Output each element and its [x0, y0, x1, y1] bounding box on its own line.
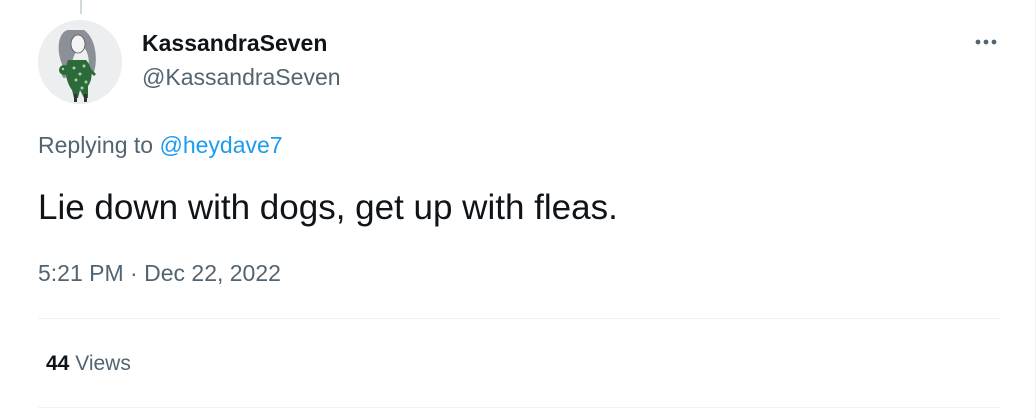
reply-mention-link[interactable]: @heydave7 — [159, 132, 282, 158]
thread-connector-line — [80, 0, 82, 14]
tweet-time: 5:21 PM — [38, 260, 124, 286]
avatar[interactable] — [38, 20, 122, 104]
more-options-button[interactable] — [966, 24, 1006, 60]
display-name[interactable]: KassandraSeven — [142, 30, 327, 57]
replying-to-label: Replying to — [38, 132, 160, 158]
divider — [38, 318, 1000, 319]
divider — [38, 407, 1000, 408]
replying-to-line: Replying to @heydave7 — [38, 132, 283, 159]
tweet-date: Dec 22, 2022 — [144, 260, 281, 286]
timestamp-separator: · — [123, 260, 145, 286]
views-count: 44 — [46, 352, 70, 375]
views-stat[interactable]: 44 Views — [46, 352, 131, 376]
avatar-illustration — [38, 20, 122, 104]
tweet-text: Lie down with dogs, get up with fleas. — [38, 188, 618, 227]
views-label: Views — [69, 352, 131, 375]
more-horizontal-icon — [975, 39, 997, 45]
tweet-timestamp[interactable]: 5:21 PM · Dec 22, 2022 — [38, 260, 281, 287]
user-handle[interactable]: @KassandraSeven — [142, 64, 341, 91]
tweet-card: KassandraSeven @KassandraSeven Replying … — [0, 0, 1036, 418]
